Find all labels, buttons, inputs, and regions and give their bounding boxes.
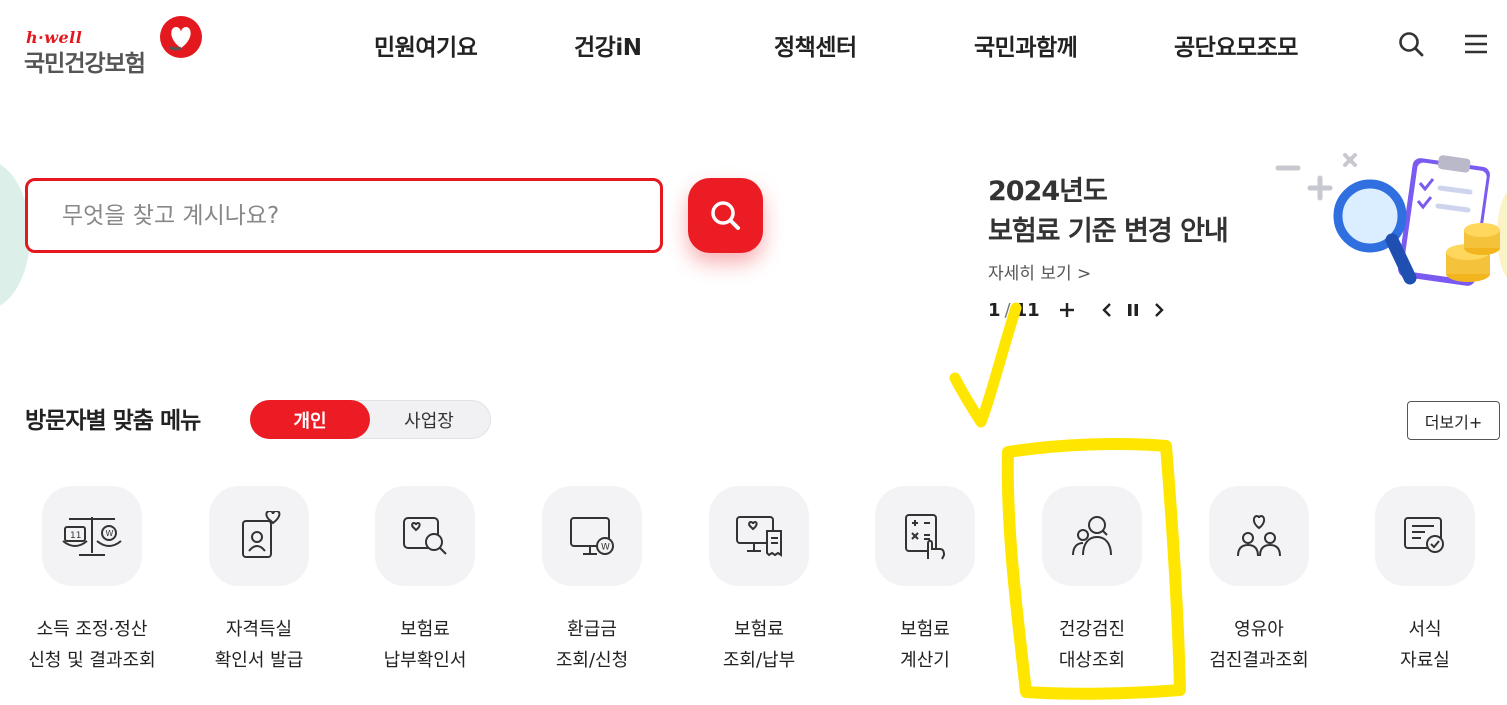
menu-label-line2: 조회/납부 <box>722 650 796 671</box>
menu-label-line1: 자격득실 <box>225 619 293 640</box>
next-icon[interactable] <box>1152 301 1166 319</box>
search-button[interactable] <box>688 178 763 253</box>
document-search-icon <box>403 517 447 555</box>
pause-icon[interactable] <box>1126 301 1140 319</box>
notice-title-line2: 보험료 기준 변경 안내 <box>988 216 1229 247</box>
svg-text:W: W <box>106 529 114 538</box>
svg-text:W: W <box>601 543 610 553</box>
menu-label-line1: 영유아 <box>1234 619 1284 640</box>
notice-detail-link[interactable]: 자세히 보기 > <box>988 259 1091 284</box>
nav-item-health-in[interactable]: 건강iN <box>574 28 642 62</box>
scale-icon: 11 W <box>62 517 122 556</box>
nav-item-corporation-info[interactable]: 공단요모조모 <box>1174 28 1298 62</box>
menu-tile <box>875 486 975 586</box>
menu-item-premium-inquiry-payment[interactable]: 보험료 조회/납부 <box>674 486 844 686</box>
notice-pager: 1 / 11 <box>988 298 1166 322</box>
menu-label-line2: 신청 및 결과조회 <box>28 650 156 671</box>
pager-total: 11 <box>1014 299 1040 321</box>
menu-label-line1: 보험료 <box>400 619 450 640</box>
people-search-icon <box>1072 516 1112 556</box>
menu-tile: 11 W <box>42 486 142 586</box>
menu-item-premium-calculator[interactable]: 보험료 계산기 <box>840 486 1010 686</box>
menu-tile <box>1209 486 1309 586</box>
menu-label: 보험료 조회/납부 <box>674 614 844 676</box>
toggle-individual[interactable]: 개인 <box>250 400 370 439</box>
notice-title-line1: 2024년도 <box>988 176 1108 207</box>
menu-tile <box>1375 486 1475 586</box>
menu-label: 환급금 조회/신청 <box>507 614 677 676</box>
menu-item-health-checkup-target[interactable]: 건강검진 대상조회 <box>1007 486 1177 686</box>
menu-label-line1: 소득 조정·정산 <box>36 619 148 640</box>
menu-label-line2: 검진결과조회 <box>1209 650 1309 671</box>
menu-label-line2: 계산기 <box>900 650 950 671</box>
visitor-type-toggle: 개인 사업장 <box>250 400 491 439</box>
plus-icon[interactable] <box>1058 301 1076 319</box>
family-icon <box>1237 514 1281 557</box>
id-card-icon <box>242 511 281 558</box>
menu-item-income-adjustment[interactable]: 11 W 소득 조정·정산 신청 및 결과조회 <box>7 486 177 686</box>
menu-label: 자격득실 확인서 발급 <box>174 614 344 676</box>
menu-label: 영유아 검진결과조회 <box>1174 614 1344 676</box>
menu-icon[interactable] <box>1462 30 1490 58</box>
nav-item-with-citizens[interactable]: 국민과함께 <box>974 28 1078 62</box>
highlight-checkmark <box>949 302 1022 428</box>
pager-separator: / <box>1004 299 1011 321</box>
visitor-menu-title: 방문자별 맞춤 메뉴 <box>25 408 201 434</box>
search-box <box>25 178 663 253</box>
menu-label-line1: 서식 <box>1408 619 1442 640</box>
menu-label: 건강검진 대상조회 <box>1007 614 1177 676</box>
menu-label-line2: 자료실 <box>1400 650 1450 671</box>
monitor-won-icon: W <box>570 517 614 555</box>
menu-label-line2: 조회/신청 <box>555 650 629 671</box>
menu-item-refund-inquiry[interactable]: W 환급금 조회/신청 <box>507 486 677 686</box>
menu-item-eligibility-certificate[interactable]: 자격득실 확인서 발급 <box>174 486 344 686</box>
notice-illustration <box>1275 153 1500 286</box>
menu-label: 보험료 계산기 <box>840 614 1010 676</box>
global-navigation: 민원여기요 건강iN 정책센터 국민과함께 공단요모조모 <box>0 28 1507 68</box>
pager-current: 1 <box>988 299 1001 321</box>
nav-item-civil-service[interactable]: 민원여기요 <box>374 28 478 62</box>
notice-title[interactable]: 2024년도 보험료 기준 변경 안내 <box>988 172 1229 252</box>
more-button[interactable]: 더보기+ <box>1407 401 1500 440</box>
form-check-icon <box>1404 517 1444 553</box>
menu-label-line2: 납부확인서 <box>383 650 467 671</box>
menu-tile <box>1042 486 1142 586</box>
menu-label: 보험료 납부확인서 <box>340 614 510 676</box>
monitor-receipt-icon <box>736 516 782 557</box>
menu-item-form-library[interactable]: 서식 자료실 <box>1340 486 1507 686</box>
menu-label-line1: 환급금 <box>567 619 617 640</box>
menu-item-infant-checkup-results[interactable]: 영유아 검진결과조회 <box>1174 486 1344 686</box>
menu-label: 소득 조정·정산 신청 및 결과조회 <box>7 614 177 676</box>
menu-tile <box>375 486 475 586</box>
search-icon <box>710 200 740 230</box>
search-icon[interactable] <box>1397 30 1425 58</box>
menu-label: 서식 자료실 <box>1340 614 1507 676</box>
menu-label-line1: 보험료 <box>900 619 950 640</box>
toggle-workplace[interactable]: 사업장 <box>369 400 489 439</box>
menu-tile: W <box>542 486 642 586</box>
menu-label-line1: 보험료 <box>734 619 784 640</box>
menu-tile <box>709 486 809 586</box>
menu-tile <box>209 486 309 586</box>
nav-item-policy-center[interactable]: 정책센터 <box>774 28 857 62</box>
menu-label-line2: 확인서 발급 <box>214 650 304 671</box>
search-input[interactable] <box>28 181 660 250</box>
menu-item-premium-payment-certificate[interactable]: 보험료 납부확인서 <box>340 486 510 686</box>
svg-text:11: 11 <box>70 531 81 541</box>
prev-icon[interactable] <box>1100 301 1114 319</box>
menu-label-line1: 건강검진 <box>1058 619 1126 640</box>
calculator-icon <box>905 514 946 560</box>
menu-label-line2: 대상조회 <box>1058 650 1126 671</box>
